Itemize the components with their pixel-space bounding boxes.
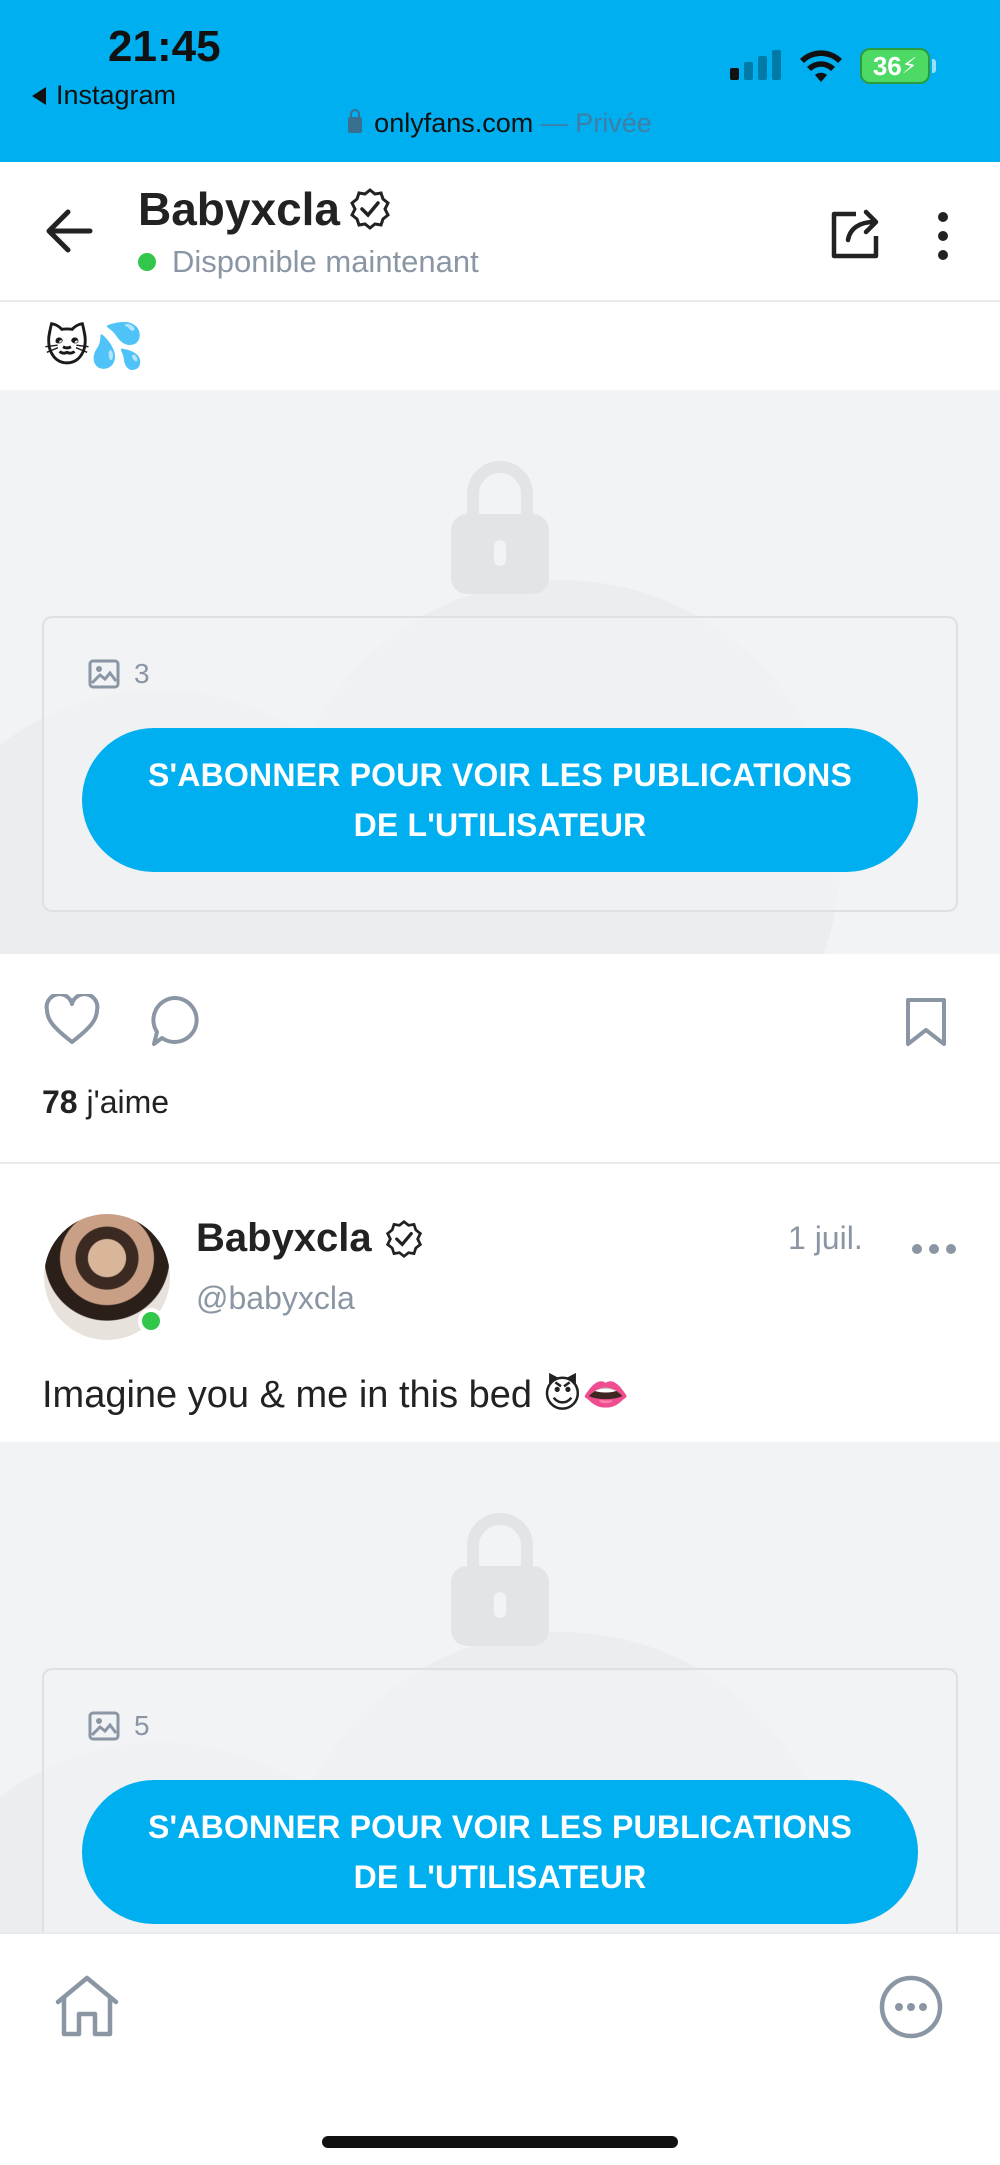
image-icon xyxy=(88,1711,120,1741)
url-domain: onlyfans.com xyxy=(374,108,534,138)
image-icon xyxy=(88,659,120,689)
subscribe-button-line2: DE L'UTILISATEUR xyxy=(353,807,647,843)
post2-locked-media: 5 S'ABONNER POUR VOIR LES PUBLICATIONS D… xyxy=(0,1442,1000,1932)
wifi-icon xyxy=(800,50,842,82)
lock-icon xyxy=(451,461,549,594)
back-app-label: Instagram xyxy=(56,80,177,110)
battery-indicator: 36 ⚡ xyxy=(860,48,930,84)
post2-text: Imagine you & me in this bed 😈👄 xyxy=(42,1374,630,1416)
url-bar[interactable]: onlyfans.com — Privée xyxy=(0,108,1000,139)
post1-locked-media: 3 S'ABONNER POUR VOIR LES PUBLICATIONS D… xyxy=(0,390,1000,954)
verified-icon xyxy=(350,188,390,230)
verified-icon xyxy=(385,1219,422,1258)
heart-icon[interactable] xyxy=(44,994,100,1046)
subscribe-button[interactable]: S'ABONNER POUR VOIR LES PUBLICATIONS DE … xyxy=(82,1780,918,1924)
profile-name-text: Babyxcla xyxy=(138,183,341,235)
more-circle-icon[interactable] xyxy=(878,1974,944,2040)
media-count-value: 5 xyxy=(134,1710,150,1741)
status-time: 21:45 xyxy=(108,22,221,71)
likes-count: 78 j'aime xyxy=(42,1084,169,1121)
post2-author-name: Babyxcla xyxy=(196,1216,372,1260)
online-status-text: Disponible maintenant xyxy=(172,244,479,279)
battery-level: 36 xyxy=(872,50,902,81)
post2-date: 1 juil. xyxy=(788,1220,863,1256)
battery-tip xyxy=(932,59,936,73)
profile-name[interactable]: Babyxcla xyxy=(138,182,392,236)
online-dot xyxy=(138,253,156,271)
bookmark-icon[interactable] xyxy=(904,996,948,1048)
home-icon[interactable] xyxy=(52,1972,122,2040)
lock-icon xyxy=(451,1513,549,1646)
likes-label: j'aime xyxy=(86,1084,170,1120)
signal-icon xyxy=(730,50,781,80)
subscribe-button-line1: S'ABONNER POUR VOIR LES PUBLICATIONS xyxy=(147,757,853,793)
media-count-value: 3 xyxy=(134,658,150,689)
bottom-navigation xyxy=(0,1932,1000,2165)
home-indicator[interactable] xyxy=(322,2136,678,2148)
likes-count-value: 78 xyxy=(42,1084,78,1120)
comment-icon[interactable] xyxy=(148,994,200,1048)
avatar-online-dot xyxy=(138,1308,164,1334)
back-arrow-icon[interactable] xyxy=(44,208,94,254)
url-lock-icon xyxy=(348,109,363,133)
subscribe-button[interactable]: S'ABONNER POUR VOIR LES PUBLICATIONS DE … xyxy=(82,728,918,872)
post2-handle[interactable]: @babyxcla xyxy=(196,1280,355,1317)
url-private-label: — Privée xyxy=(540,108,652,138)
status-bar: 21:45 Instagram 36 ⚡ onlyfans.com — Privé… xyxy=(0,0,1000,162)
online-status: Disponible maintenant xyxy=(138,244,479,280)
back-to-app-link[interactable]: Instagram xyxy=(32,80,176,111)
post2-author[interactable]: Babyxcla xyxy=(196,1216,424,1261)
media-count: 5 xyxy=(88,1710,150,1742)
subscribe-box: 3 S'ABONNER POUR VOIR LES PUBLICATIONS D… xyxy=(42,616,958,912)
post2-header: Babyxcla @babyxcla 1 juil. Imagine you &… xyxy=(0,1172,1000,1442)
more-vertical-icon[interactable] xyxy=(938,212,948,260)
media-count: 3 xyxy=(88,658,150,690)
back-triangle-icon xyxy=(32,86,46,105)
post1-text: 🐱💦 xyxy=(44,322,145,371)
subscribe-button-line1: S'ABONNER POUR VOIR LES PUBLICATIONS xyxy=(147,1809,853,1845)
subscribe-box: 5 S'ABONNER POUR VOIR LES PUBLICATIONS D… xyxy=(42,1668,958,1932)
post1-actions: 78 j'aime xyxy=(0,954,1000,1164)
profile-header: Babyxcla Disponible maintenant xyxy=(0,162,1000,302)
share-icon[interactable] xyxy=(828,206,884,262)
more-horizontal-icon[interactable] xyxy=(912,1244,956,1254)
subscribe-button-line2: DE L'UTILISATEUR xyxy=(353,1859,647,1895)
